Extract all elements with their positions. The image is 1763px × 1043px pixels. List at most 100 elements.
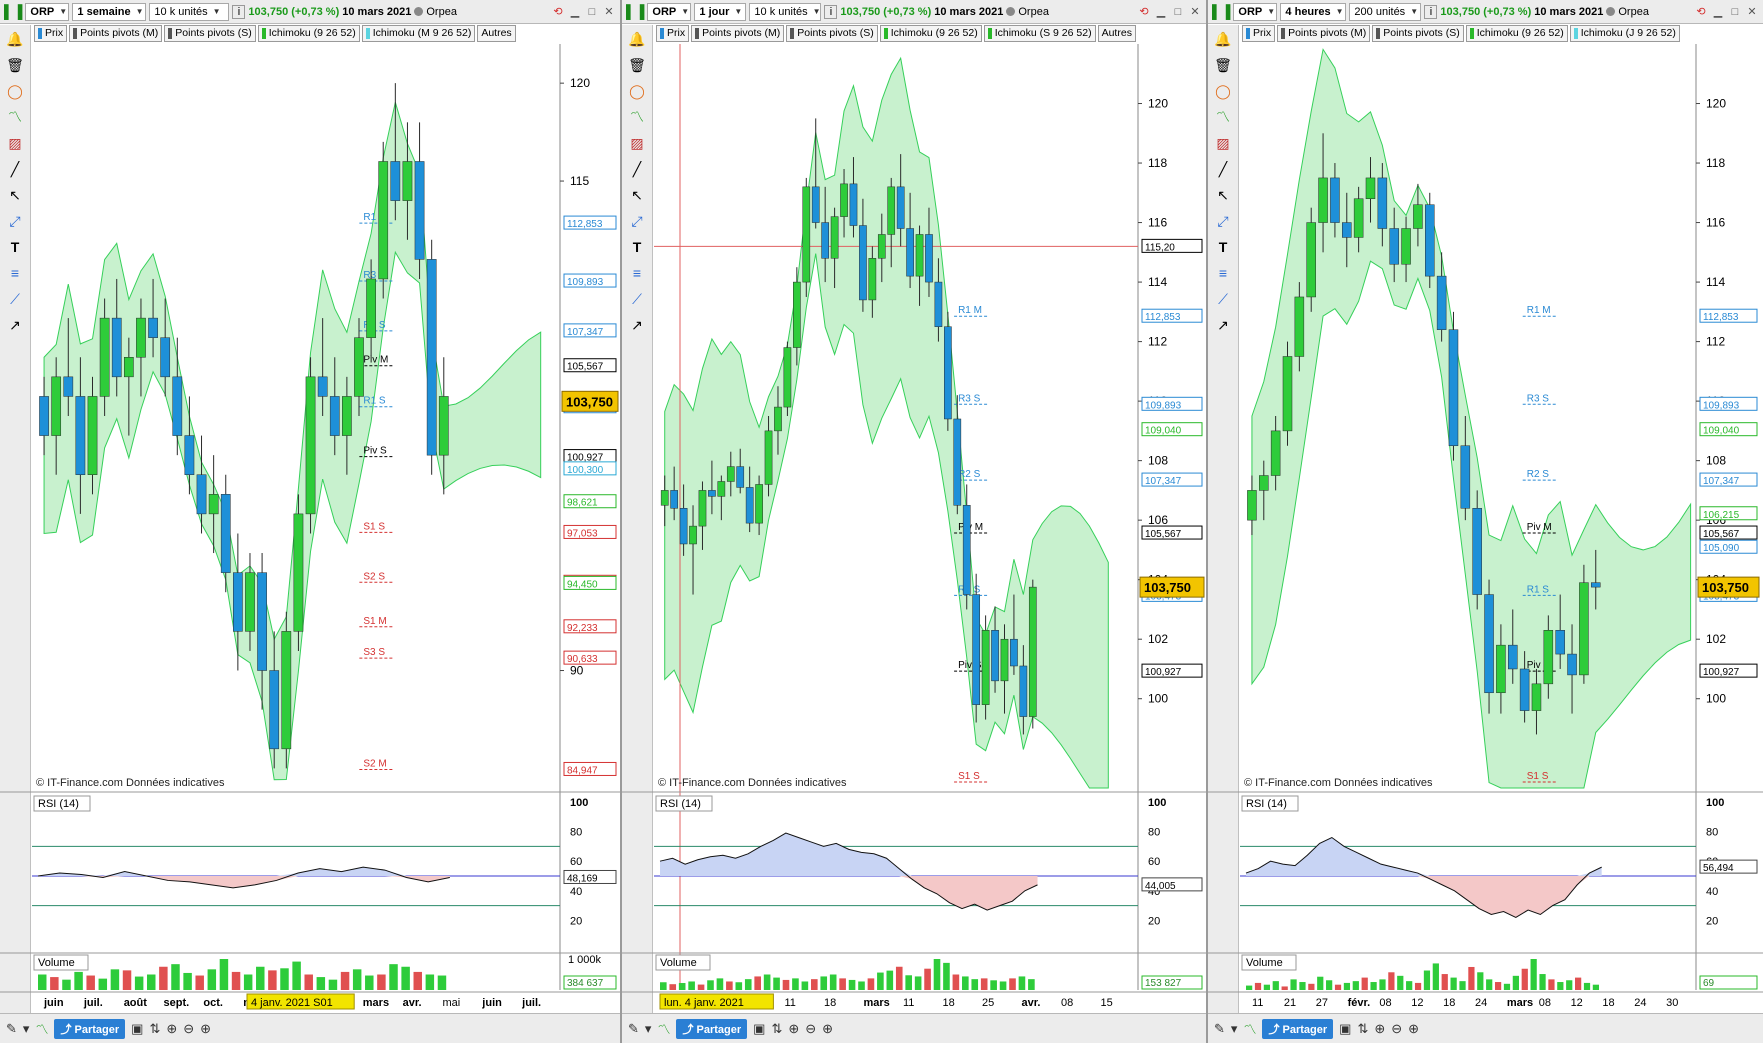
chart-type-icon[interactable]: 〽 <box>1243 1019 1256 1038</box>
pivot-label: S2 S <box>363 571 385 582</box>
compare-icon[interactable]: ⇅ <box>149 1021 160 1037</box>
compare-icon[interactable]: ⇅ <box>1357 1021 1368 1037</box>
pencil-icon[interactable]: ✎ <box>1214 1021 1225 1037</box>
candle-body <box>1543 630 1554 685</box>
candle-body <box>342 396 352 436</box>
share-button[interactable]: ⤴ Partager <box>676 1018 748 1039</box>
candle-body <box>87 396 98 475</box>
layout-icon[interactable]: ▣ <box>753 1021 765 1037</box>
pivot-value: 105,567 <box>567 362 604 373</box>
candle-body <box>1365 177 1376 200</box>
volume-bar <box>829 974 837 990</box>
chevron-down-icon[interactable]: ▾ <box>1231 1021 1238 1037</box>
chart-type-icon[interactable]: 〽 <box>657 1019 670 1038</box>
volume-bar <box>886 970 894 990</box>
volume-bar <box>134 976 144 990</box>
source-label: © IT-Finance.com Données indicatives <box>36 777 225 789</box>
chart-canvas[interactable]: 120118116114112110108106104102100R1 M112… <box>1208 0 1763 1013</box>
pencil-icon[interactable]: ✎ <box>628 1021 639 1037</box>
rsi-tick-label: 20 <box>570 915 582 927</box>
rsi-label: RSI (14) <box>38 798 79 810</box>
zoom-out-icon[interactable]: ⊖ <box>1391 1021 1402 1037</box>
axis-value: 98,621 <box>567 498 598 509</box>
volume-bar <box>280 968 289 990</box>
share-button[interactable]: ⤴ Partager <box>1262 1018 1334 1039</box>
pivot-label: S1 M <box>363 616 386 627</box>
volume-bar <box>792 978 799 990</box>
volume-bar <box>1326 980 1333 990</box>
share-icon: ⤴ <box>60 1023 75 1036</box>
pivot-value: 112,853 <box>567 219 603 230</box>
zoom-fit-icon[interactable]: ⊕ <box>788 1021 799 1037</box>
chart-type-icon[interactable]: 〽 <box>35 1019 48 1038</box>
date-tag: lun. 4 janv. 2021 <box>664 997 744 1009</box>
zoom-fit-icon[interactable]: ⊕ <box>166 1021 177 1037</box>
share-button[interactable]: ⤴ Partager <box>54 1018 126 1039</box>
volume-bar <box>735 982 743 990</box>
volume-bar <box>219 959 229 990</box>
x-tick-label: 27 <box>1316 997 1328 1009</box>
volume-bar <box>1028 979 1035 990</box>
chevron-down-icon[interactable]: ▾ <box>23 1021 30 1037</box>
volume-bar <box>999 981 1007 990</box>
zoom-fit-icon[interactable]: ⊕ <box>1374 1021 1385 1037</box>
axis-value: 94,450 <box>567 579 598 590</box>
candle-body <box>1028 586 1037 717</box>
pencil-icon[interactable]: ✎ <box>6 1021 17 1037</box>
y-tick-label: 108 <box>1706 454 1726 468</box>
chevron-down-icon[interactable]: ▾ <box>645 1021 652 1037</box>
y-tick-label: 90 <box>570 664 584 678</box>
volume-bar <box>1539 974 1546 990</box>
x-tick-label: 25 <box>982 997 994 1009</box>
zoom-out-icon[interactable]: ⊖ <box>805 1021 816 1037</box>
volume-bar <box>660 982 667 990</box>
compare-icon[interactable]: ⇅ <box>771 1021 782 1037</box>
volume-bar <box>1343 982 1351 990</box>
volume-bar <box>1370 982 1377 990</box>
chart-canvas[interactable]: 12011590R1 M112,853R3 S109,893R2 S107,34… <box>0 0 622 1013</box>
rsi-fill-up <box>660 833 1038 876</box>
volume-bar <box>1468 966 1475 990</box>
y-tick-label: 114 <box>1148 275 1167 289</box>
layout-icon[interactable]: ▣ <box>131 1021 143 1037</box>
volume-bar <box>1423 970 1431 990</box>
candle-body <box>160 337 171 378</box>
pivot-value: 100,927 <box>1703 667 1740 678</box>
volume-bar <box>782 979 790 990</box>
zoom-in-icon[interactable]: ⊕ <box>200 1021 211 1037</box>
ichimoku-cloud <box>1251 48 1692 789</box>
pivot-label: Piv S <box>363 446 387 457</box>
candle-body <box>39 396 49 436</box>
volume-bar <box>1397 975 1404 990</box>
zoom-in-icon[interactable]: ⊕ <box>822 1021 833 1037</box>
candle-body <box>136 317 146 358</box>
y-tick-label: 118 <box>1706 156 1725 170</box>
x-tick-label: 11 <box>903 997 914 1009</box>
volume-bar <box>1432 963 1439 990</box>
share-label: Partager <box>696 1023 742 1036</box>
volume-bar <box>1406 981 1413 990</box>
y-tick-label: 120 <box>570 76 590 90</box>
candle-body <box>774 406 782 432</box>
candle-body <box>1579 582 1589 676</box>
x-tick-label: 24 <box>1475 997 1487 1009</box>
zoom-in-icon[interactable]: ⊕ <box>1408 1021 1419 1037</box>
volume-bar <box>1583 982 1591 990</box>
zoom-out-icon[interactable]: ⊖ <box>183 1021 194 1037</box>
rsi-tick-label: 80 <box>570 827 582 839</box>
y-tick-label: 116 <box>1706 216 1725 230</box>
layout-icon[interactable]: ▣ <box>1339 1021 1351 1037</box>
volume-bar <box>292 961 301 990</box>
volume-bar <box>1246 985 1253 990</box>
volume-bar <box>669 984 677 990</box>
chart-canvas[interactable]: 120118116114112110108106104102100R1 M112… <box>622 0 1208 1013</box>
volume-bar <box>971 979 979 990</box>
x-tick-label: oct. <box>203 997 223 1009</box>
pivot-value: 90,633 <box>567 654 598 665</box>
y-tick-label: 112 <box>1148 335 1167 349</box>
x-tick-label: 18 <box>1443 997 1455 1009</box>
candle-body <box>717 481 726 497</box>
volume-bar <box>171 964 180 990</box>
volume-bar <box>858 981 865 990</box>
volume-bar <box>1566 980 1573 990</box>
